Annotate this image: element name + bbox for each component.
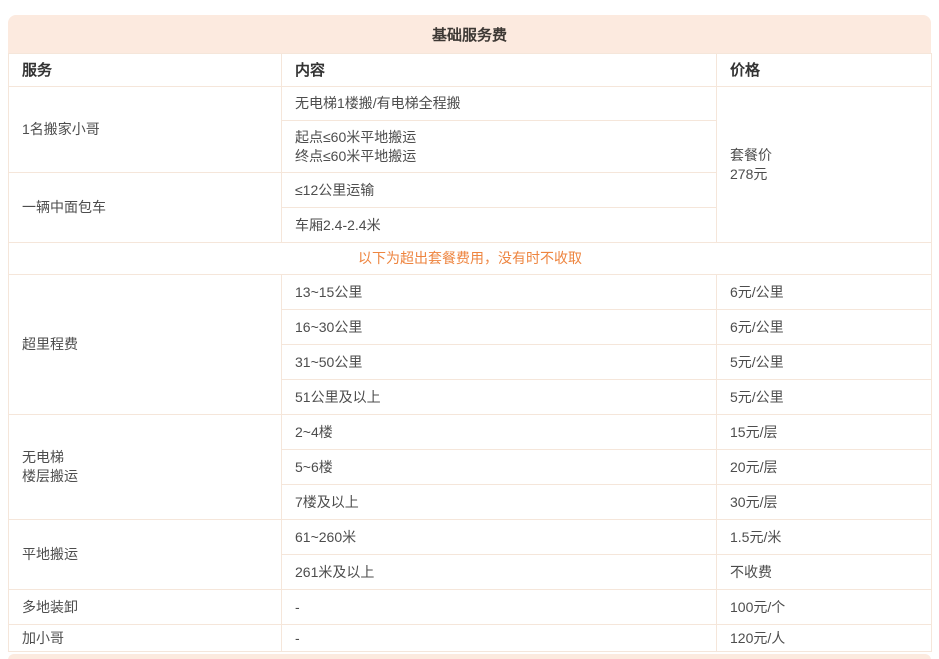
service-cell-mover: 1名搬家小哥 <box>9 87 282 173</box>
price-line: 278元 <box>730 165 923 184</box>
content-cell: 车厢2.4-2.4米 <box>282 208 717 243</box>
col-header-price: 价格 <box>717 54 932 87</box>
table-row: 多地装卸 - 100元/个 <box>9 590 932 625</box>
price-cell: 100元/个 <box>717 590 932 625</box>
price-line: 套餐价 <box>730 146 923 165</box>
price-cell: 5元/公里 <box>717 345 932 380</box>
next-section-band <box>8 654 931 659</box>
content-cell: 13~15公里 <box>282 275 717 310</box>
content-cell: 无电梯1楼搬/有电梯全程搬 <box>282 87 717 121</box>
service-line: 平地搬运 <box>22 545 273 564</box>
service-cell-stairs: 无电梯 楼层搬运 <box>9 415 282 520</box>
content-cell: - <box>282 625 717 652</box>
notice-row: 以下为超出套餐费用，没有时不收取 <box>9 243 932 275</box>
price-cell: 6元/公里 <box>717 310 932 345</box>
price-cell: 120元/人 <box>717 625 932 652</box>
content-cell: 261米及以上 <box>282 555 717 590</box>
service-cell-extra-mover: 加小哥 <box>9 625 282 652</box>
content-cell: 16~30公里 <box>282 310 717 345</box>
service-cell-ground: 平地搬运 <box>9 520 282 590</box>
header-row: 服务 内容 价格 <box>9 54 932 87</box>
service-line: 楼层搬运 <box>22 467 273 486</box>
table-row: 超里程费 13~15公里 6元/公里 <box>9 275 932 310</box>
pricing-card: 基础服务费 服务 内容 价格 1名搬家小哥 无电梯1楼搬/有电梯全程搬 套餐价 … <box>8 15 931 659</box>
content-line: 起点≤60米平地搬运 <box>295 128 708 147</box>
content-cell: 2~4楼 <box>282 415 717 450</box>
service-line: 无电梯 <box>22 448 273 467</box>
content-cell: 31~50公里 <box>282 345 717 380</box>
service-cell-mileage: 超里程费 <box>9 275 282 415</box>
pricing-table: 服务 内容 价格 1名搬家小哥 无电梯1楼搬/有电梯全程搬 套餐价 278元 起… <box>8 53 932 652</box>
content-cell: 5~6楼 <box>282 450 717 485</box>
service-cell-multistop: 多地装卸 <box>9 590 282 625</box>
price-cell: 15元/层 <box>717 415 932 450</box>
price-cell-package: 套餐价 278元 <box>717 87 932 243</box>
price-cell: 5元/公里 <box>717 380 932 415</box>
notice-text: 以下为超出套餐费用，没有时不收取 <box>9 243 932 275</box>
price-cell: 30元/层 <box>717 485 932 520</box>
col-header-content: 内容 <box>282 54 717 87</box>
col-header-service: 服务 <box>9 54 282 87</box>
price-cell: 6元/公里 <box>717 275 932 310</box>
content-line: 终点≤60米平地搬运 <box>295 147 708 166</box>
content-cell: ≤12公里运输 <box>282 173 717 208</box>
table-row: 加小哥 - 120元/人 <box>9 625 932 652</box>
price-cell: 不收费 <box>717 555 932 590</box>
price-cell: 20元/层 <box>717 450 932 485</box>
price-cell: 1.5元/米 <box>717 520 932 555</box>
content-cell: 61~260米 <box>282 520 717 555</box>
content-cell: 起点≤60米平地搬运 终点≤60米平地搬运 <box>282 121 717 173</box>
table-row: 1名搬家小哥 无电梯1楼搬/有电梯全程搬 套餐价 278元 <box>9 87 932 121</box>
table-row: 平地搬运 61~260米 1.5元/米 <box>9 520 932 555</box>
table-title: 基础服务费 <box>432 24 507 45</box>
table-row: 无电梯 楼层搬运 2~4楼 15元/层 <box>9 415 932 450</box>
service-cell-van: 一辆中面包车 <box>9 173 282 243</box>
content-cell: 51公里及以上 <box>282 380 717 415</box>
pricing-page: 基础服务费 服务 内容 价格 1名搬家小哥 无电梯1楼搬/有电梯全程搬 套餐价 … <box>0 0 939 659</box>
table-title-band: 基础服务费 <box>8 15 931 53</box>
content-cell: - <box>282 590 717 625</box>
service-line: 超里程费 <box>22 335 273 354</box>
content-cell: 7楼及以上 <box>282 485 717 520</box>
